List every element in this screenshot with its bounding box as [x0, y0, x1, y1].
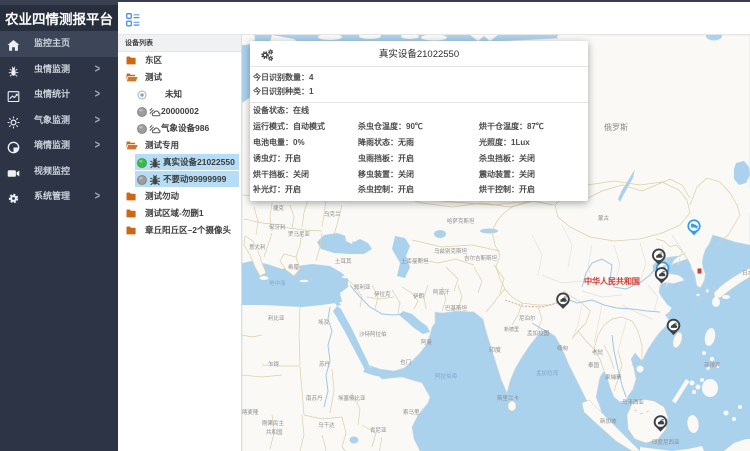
svg-text:巴基斯坦: 巴基斯坦 — [445, 304, 468, 312]
svg-text:蒙古: 蒙古 — [598, 214, 610, 222]
svg-text:乌克兰: 乌克兰 — [324, 210, 341, 218]
svg-text:也门: 也门 — [400, 358, 411, 366]
svg-text:新加坡: 新加坡 — [600, 417, 617, 425]
svg-text:乌干达: 乌干达 — [318, 421, 335, 429]
svg-text:土耳其: 土耳其 — [335, 257, 352, 265]
svg-text:新德里: 新德里 — [504, 326, 519, 333]
svg-text:哈萨克斯坦: 哈萨克斯坦 — [447, 217, 475, 225]
svg-text:孟加拉国: 孟加拉国 — [527, 329, 550, 337]
svg-text:吉尔吉斯斯坦: 吉尔吉斯斯坦 — [464, 254, 498, 262]
svg-text:乍得: 乍得 — [268, 360, 280, 368]
svg-text:尼泊尔: 尼泊尔 — [519, 314, 536, 322]
svg-text:俄罗斯: 俄罗斯 — [604, 122, 628, 132]
svg-text:缅甸: 缅甸 — [557, 344, 569, 352]
svg-text:埃及: 埃及 — [318, 318, 330, 326]
svg-text:阿富汗: 阿富汗 — [433, 288, 450, 296]
svg-text:罗马尼亚: 罗马尼亚 — [288, 230, 311, 238]
svg-text:阿曼: 阿曼 — [421, 338, 433, 346]
svg-text:苏丹: 苏丹 — [319, 360, 331, 368]
svg-text:印度尼西亚: 印度尼西亚 — [652, 438, 680, 446]
svg-text:南苏丹: 南苏丹 — [306, 394, 323, 402]
svg-text:意大利: 意大利 — [249, 243, 266, 251]
svg-text:索马里: 索马里 — [403, 408, 420, 416]
svg-text:阿拉伯海: 阿拉伯海 — [435, 372, 458, 380]
svg-text:地中海: 地中海 — [269, 279, 286, 287]
svg-text:柬埔寨: 柬埔寨 — [605, 373, 622, 381]
svg-text:埃塞俄比亚: 埃塞俄比亚 — [338, 394, 366, 402]
svg-text:印度: 印度 — [489, 346, 501, 354]
svg-text:乌兹别克斯坦: 乌兹别克斯坦 — [434, 247, 468, 255]
svg-text:孟加拉湾: 孟加拉湾 — [536, 369, 559, 377]
svg-text:土库曼斯坦: 土库曼斯坦 — [401, 257, 429, 265]
svg-text:匈牙利: 匈牙利 — [269, 223, 286, 231]
svg-text:马来西亚: 马来西亚 — [622, 398, 645, 406]
svg-text:泰国: 泰国 — [588, 361, 600, 369]
svg-text:伊朗: 伊朗 — [413, 292, 425, 300]
svg-text:沙特阿拉伯: 沙特阿拉伯 — [359, 330, 387, 338]
svg-text:日本: 日本 — [742, 269, 750, 277]
svg-text:刚果民主: 刚果民主 — [262, 419, 285, 427]
svg-text:共和国: 共和国 — [266, 428, 283, 436]
svg-text:菲律宾: 菲律宾 — [704, 361, 721, 369]
svg-text:叙利亚: 叙利亚 — [354, 283, 371, 291]
svg-text:中华人民共和国: 中华人民共和国 — [584, 276, 640, 286]
svg-text:老挝: 老挝 — [592, 348, 604, 356]
svg-text:伊拉克: 伊拉克 — [374, 290, 391, 298]
svg-text:斯里兰卡: 斯里兰卡 — [497, 394, 520, 402]
svg-text:捷克: 捷克 — [273, 204, 285, 212]
svg-text:肯尼亚: 肯尼亚 — [370, 426, 387, 434]
svg-text:希腊: 希腊 — [288, 263, 300, 271]
svg-text:利比亚: 利比亚 — [268, 314, 285, 322]
svg-text:喀麦隆: 喀麦隆 — [242, 408, 259, 416]
